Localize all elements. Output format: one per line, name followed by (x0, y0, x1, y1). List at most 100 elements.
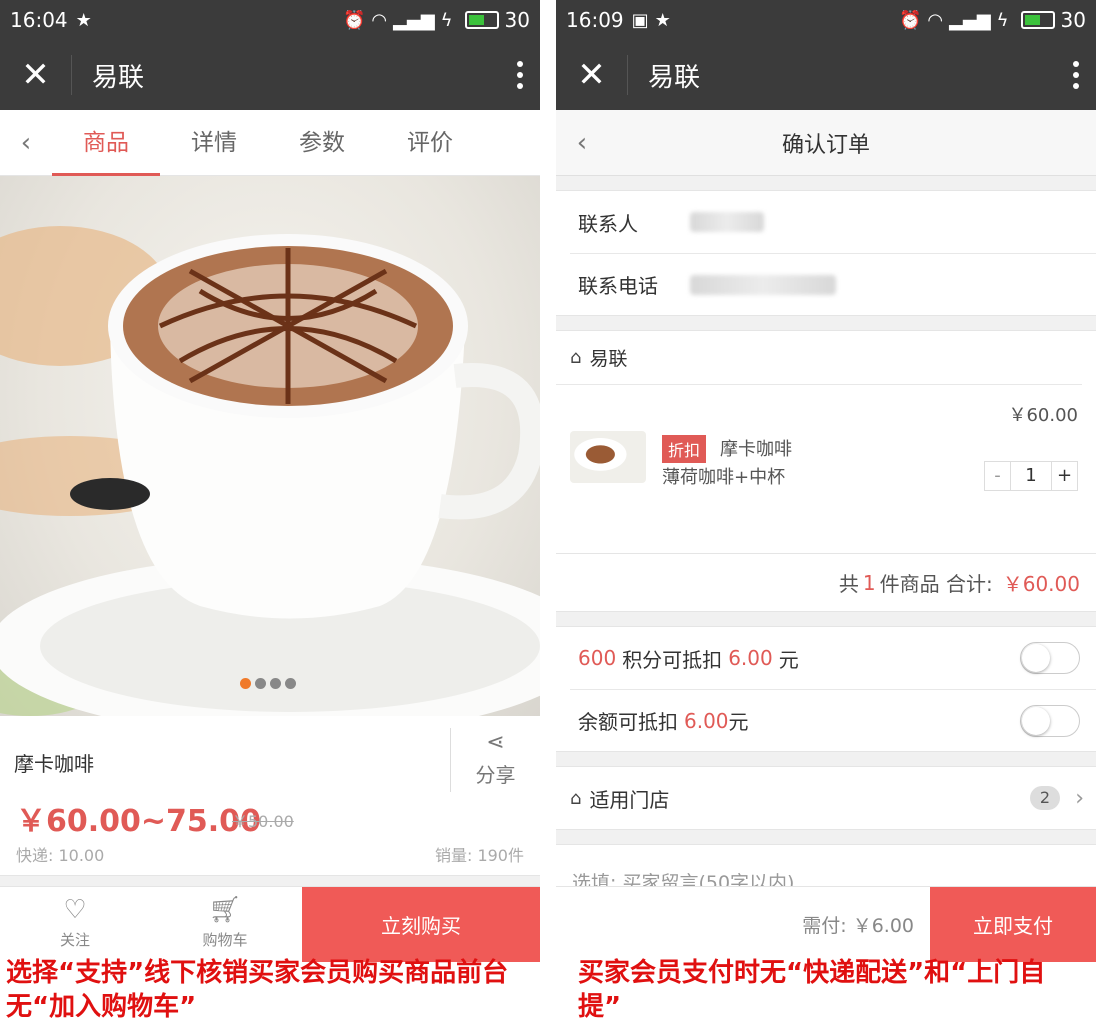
balance-row: 余额可抵扣 6.00 元 (570, 689, 1096, 751)
store-icon: ⌂ (570, 347, 582, 368)
total-mid: 件商品 合计: (879, 572, 993, 596)
item-spec: 薄荷咖啡+中杯 (662, 467, 786, 488)
contact-name-blurred (690, 212, 764, 232)
balance-text: 余额可抵扣 (578, 710, 678, 734)
original-price: ￥50.00 (232, 812, 294, 831)
cart-button[interactable]: 🛒︎ 购物车 (150, 887, 300, 962)
cart-label: 购物车 (202, 931, 248, 949)
share-label: 分享 (475, 763, 516, 787)
pay-now-button[interactable]: 立即支付 (930, 886, 1096, 962)
wifi-icon: ◠ (371, 9, 388, 31)
alarm-icon: ⏰ (343, 9, 366, 31)
star-icon: ★ (75, 9, 92, 31)
balance-amount: 6.00 (684, 708, 729, 733)
buy-now-button[interactable]: 立刻购买 (302, 887, 540, 962)
close-icon[interactable]: ✕ (0, 55, 72, 95)
balance-toggle[interactable] (1020, 704, 1080, 737)
discount-section: 600 积分可抵扣 6.00 元 余额可抵扣 6.00 元 (556, 626, 1096, 752)
points-toggle[interactable] (1020, 642, 1080, 674)
star-icon: ★ (654, 9, 671, 31)
back-chevron-icon[interactable]: ‹ (0, 128, 52, 158)
follow-label: 关注 (59, 931, 90, 949)
app-titlebar: ✕ 易联 (0, 40, 540, 110)
battery-level: 30 (504, 8, 530, 32)
screen-divider (540, 0, 556, 962)
page-header: ‹ 确认订单 (556, 110, 1096, 176)
total-prefix: 共 (838, 572, 859, 596)
pay-bar: 需付: ￥6.00 立即支付 (556, 886, 1096, 962)
product-info: 摩卡咖啡 ⋖ 分享 ￥60.00~75.00 ￥50.00 快递: 10.00 … (0, 716, 540, 876)
chevron-right-icon: › (1075, 785, 1084, 811)
more-menu-icon[interactable] (500, 61, 540, 89)
wifi-icon: ◠ (927, 9, 944, 31)
share-icon: ⋖ (486, 730, 505, 755)
points-count: 600 (578, 646, 617, 670)
quantity-stepper: - 1 + (984, 461, 1078, 491)
points-row: 600 积分可抵扣 6.00 元 (556, 627, 1096, 689)
left-caption: 选择“支持”线下核销买家会员购买商品前台无“加入购物车” (6, 958, 509, 1022)
charging-icon: ϟ (440, 9, 453, 31)
total-count: 1 (862, 570, 876, 595)
product-tabs: ‹ 商品 详情 参数 评价 (0, 110, 540, 176)
balance-unit: 元 (728, 710, 749, 734)
more-menu-icon[interactable] (1056, 61, 1096, 89)
alarm-icon: ⏰ (899, 9, 922, 31)
points-unit: 元 (778, 647, 799, 672)
image-icon: ▣ (631, 9, 649, 31)
status-time: 16:04 (10, 8, 68, 32)
close-icon[interactable]: ✕ (556, 55, 628, 95)
shop-header: ⌂ 易联 (556, 331, 1082, 385)
tab-reviews[interactable]: 评价 (376, 110, 484, 176)
signal-icon: ▂▄▆ (393, 9, 435, 31)
carousel-indicator (240, 678, 296, 689)
item-thumbnail (570, 431, 646, 483)
product-action-bar: ♡ 关注 🛒︎ 购物车 立刻购买 (0, 886, 540, 962)
item-name: 摩卡咖啡 (720, 439, 792, 460)
stores-label: 适用门店 (589, 787, 670, 812)
follow-button[interactable]: ♡ 关注 (0, 887, 150, 962)
product-name: 摩卡咖啡 (14, 752, 94, 776)
contact-row[interactable]: 联系人 (556, 191, 1096, 253)
applicable-stores-row[interactable]: ⌂ 适用门店 2 › (556, 767, 1096, 829)
tab-goods[interactable]: 商品 (52, 110, 160, 176)
charging-icon: ϟ (996, 9, 1009, 31)
shop-name: 易联 (589, 348, 628, 370)
increase-button[interactable]: + (1051, 462, 1077, 490)
total-amount: ￥60.00 (1002, 572, 1080, 596)
order-items-section: ⌂ 易联 ￥60.00 折扣 摩卡咖啡 薄荷咖啡+中杯 - 1 + 共 1 件商… (556, 330, 1096, 612)
app-title: 易联 (92, 62, 145, 93)
contact-section: 联系人 联系电话 (556, 190, 1096, 316)
order-total: 共 1 件商品 合计: ￥60.00 (556, 553, 1096, 611)
amount-due: 需付: ￥6.00 (802, 915, 914, 937)
product-screen: 16:04 ★ ⏰ ◠ ▂▄▆ ϟ 30 ✕ 易联 ‹ 商品 详情 参数 评价 (0, 0, 540, 962)
app-titlebar: ✕ 易联 (556, 40, 1096, 110)
product-image-carousel[interactable] (0, 176, 540, 716)
stores-section: ⌂ 适用门店 2 › (556, 766, 1096, 830)
app-title: 易联 (648, 62, 701, 93)
phone-label: 联系电话 (578, 274, 658, 298)
quantity-value[interactable]: 1 (1011, 462, 1051, 490)
phone-number-blurred (690, 274, 836, 295)
points-text: 积分可抵扣 (622, 647, 723, 672)
share-button[interactable]: ⋖ 分享 (450, 728, 540, 792)
tab-details[interactable]: 详情 (160, 110, 268, 176)
page-title: 确认订单 (781, 132, 870, 158)
battery-icon (1020, 11, 1055, 29)
shipping-fee: 快递: 10.00 (16, 846, 105, 865)
sales-count: 销量: 190件 (434, 846, 524, 865)
decrease-button[interactable]: - (985, 462, 1011, 490)
product-price: ￥60.00~75.00 (16, 804, 261, 839)
status-time: 16:09 (566, 8, 624, 32)
order-item: ￥60.00 折扣 摩卡咖啡 薄荷咖啡+中杯 - 1 + (556, 385, 1096, 553)
phone-row[interactable]: 联系电话 (570, 253, 1096, 315)
discount-tag: 折扣 (662, 435, 707, 463)
battery-level: 30 (1060, 8, 1086, 32)
tab-params[interactable]: 参数 (268, 110, 376, 176)
right-caption: 买家会员支付时无“快递配送”和“上门自提” (578, 958, 1046, 1022)
points-amount: 6.00 (728, 646, 773, 670)
store-icon: ⌂ (570, 787, 582, 809)
stores-count-badge: 2 (1030, 786, 1060, 810)
coffee-cup-image (0, 226, 540, 716)
battery-icon (464, 11, 499, 29)
status-bar: 16:04 ★ ⏰ ◠ ▂▄▆ ϟ 30 (0, 0, 540, 40)
